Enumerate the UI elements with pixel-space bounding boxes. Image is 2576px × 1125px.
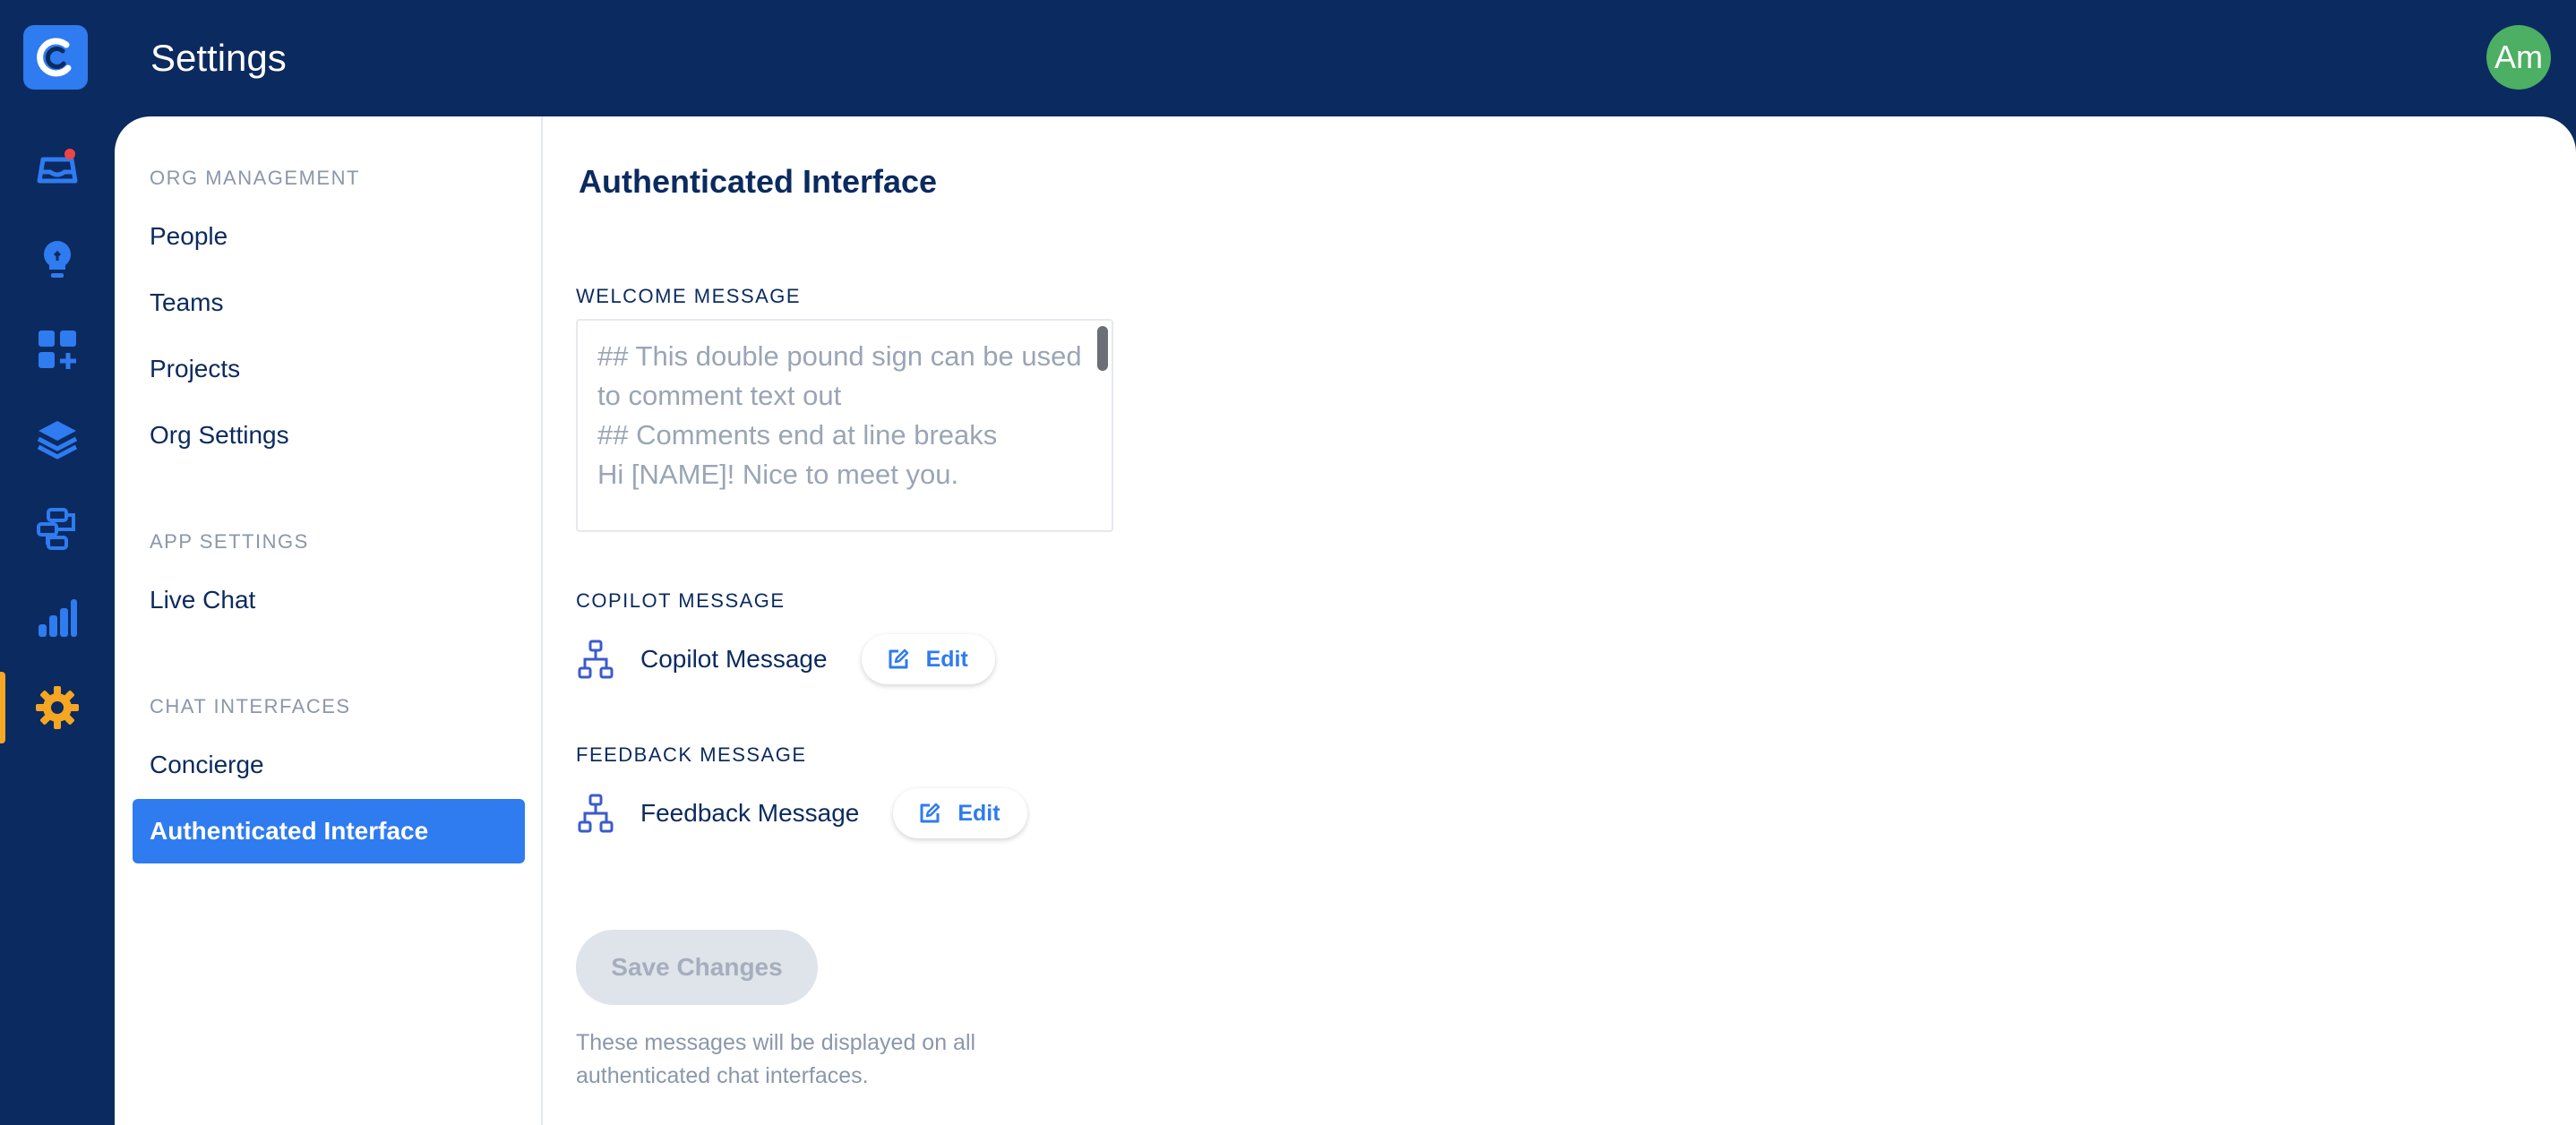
subnav-item-org-settings[interactable]: Org Settings bbox=[133, 403, 525, 468]
content-card: ORG MANAGEMENT People Teams Projects Org… bbox=[115, 116, 2576, 1125]
welcome-message-label: WELCOME MESSAGE bbox=[576, 285, 802, 307]
feedback-message-row: Feedback Message Edit bbox=[576, 786, 1027, 840]
flow-icon bbox=[576, 794, 615, 833]
feedback-message-label: FEEDBACK MESSAGE bbox=[576, 743, 807, 766]
rail-item-widgets[interactable] bbox=[0, 313, 115, 385]
lightbulb-icon bbox=[43, 241, 72, 278]
subnav-item-teams[interactable]: Teams bbox=[133, 271, 525, 335]
settings-subnav: ORG MANAGEMENT People Teams Projects Org… bbox=[115, 116, 543, 1125]
subnav-item-authenticated-interface[interactable]: Authenticated Interface bbox=[133, 799, 525, 863]
rail-item-inbox[interactable] bbox=[0, 134, 115, 206]
welcome-message-box bbox=[576, 319, 1113, 532]
rail-item-analytics[interactable] bbox=[0, 582, 115, 654]
rail-item-integrations[interactable] bbox=[0, 493, 115, 564]
gear-icon bbox=[36, 686, 79, 729]
feedback-edit-label: Edit bbox=[957, 800, 1000, 826]
rail-item-layers[interactable] bbox=[0, 403, 115, 475]
copilot-edit-button[interactable]: Edit bbox=[861, 634, 995, 684]
copilot-edit-label: Edit bbox=[925, 646, 968, 672]
analytics-icon bbox=[39, 599, 77, 637]
subnav-item-projects[interactable]: Projects bbox=[133, 337, 525, 401]
page-title: Authenticated Interface bbox=[579, 163, 938, 200]
save-changes-button[interactable]: Save Changes bbox=[576, 930, 818, 1005]
section-label-app-settings: APP SETTINGS bbox=[150, 530, 309, 553]
rail-item-settings[interactable] bbox=[0, 672, 115, 743]
textarea-scrollbar[interactable] bbox=[1097, 326, 1108, 371]
save-hint-text: These messages will be displayed on all … bbox=[576, 1030, 976, 1088]
notification-dot bbox=[64, 149, 75, 159]
left-rail bbox=[0, 0, 115, 1125]
feedback-edit-button[interactable]: Edit bbox=[893, 788, 1027, 838]
app-window: Settings Am ORG MANAGEMENT People Teams … bbox=[0, 0, 2576, 1125]
subnav-item-concierge[interactable]: Concierge bbox=[133, 733, 525, 797]
edit-icon bbox=[889, 648, 908, 669]
flow-icon bbox=[576, 640, 615, 679]
logo-icon bbox=[37, 38, 72, 77]
section-label-chat-interfaces: CHAT INTERFACES bbox=[150, 695, 351, 717]
feedback-message-name: Feedback Message bbox=[640, 799, 860, 827]
app-logo[interactable] bbox=[23, 25, 88, 90]
main-panel: Authenticated Interface WELCOME MESSAGE … bbox=[543, 116, 2576, 1125]
page-header-title: Settings bbox=[150, 37, 287, 79]
subnav-item-people[interactable]: People bbox=[133, 204, 525, 269]
subnav-item-live-chat[interactable]: Live Chat bbox=[133, 568, 525, 632]
add-widget-icon bbox=[39, 331, 76, 369]
copilot-message-label: COPILOT MESSAGE bbox=[576, 589, 786, 612]
edit-icon bbox=[920, 803, 940, 823]
welcome-message-textarea[interactable] bbox=[578, 321, 1112, 530]
rail-item-ideas[interactable] bbox=[0, 224, 115, 296]
avatar[interactable]: Am bbox=[2486, 25, 2551, 90]
section-label-org-management: ORG MANAGEMENT bbox=[150, 167, 360, 189]
copilot-message-row: Copilot Message Edit bbox=[576, 632, 995, 686]
copilot-message-name: Copilot Message bbox=[640, 645, 828, 673]
layers-icon bbox=[37, 421, 78, 459]
integrations-icon bbox=[37, 508, 75, 550]
